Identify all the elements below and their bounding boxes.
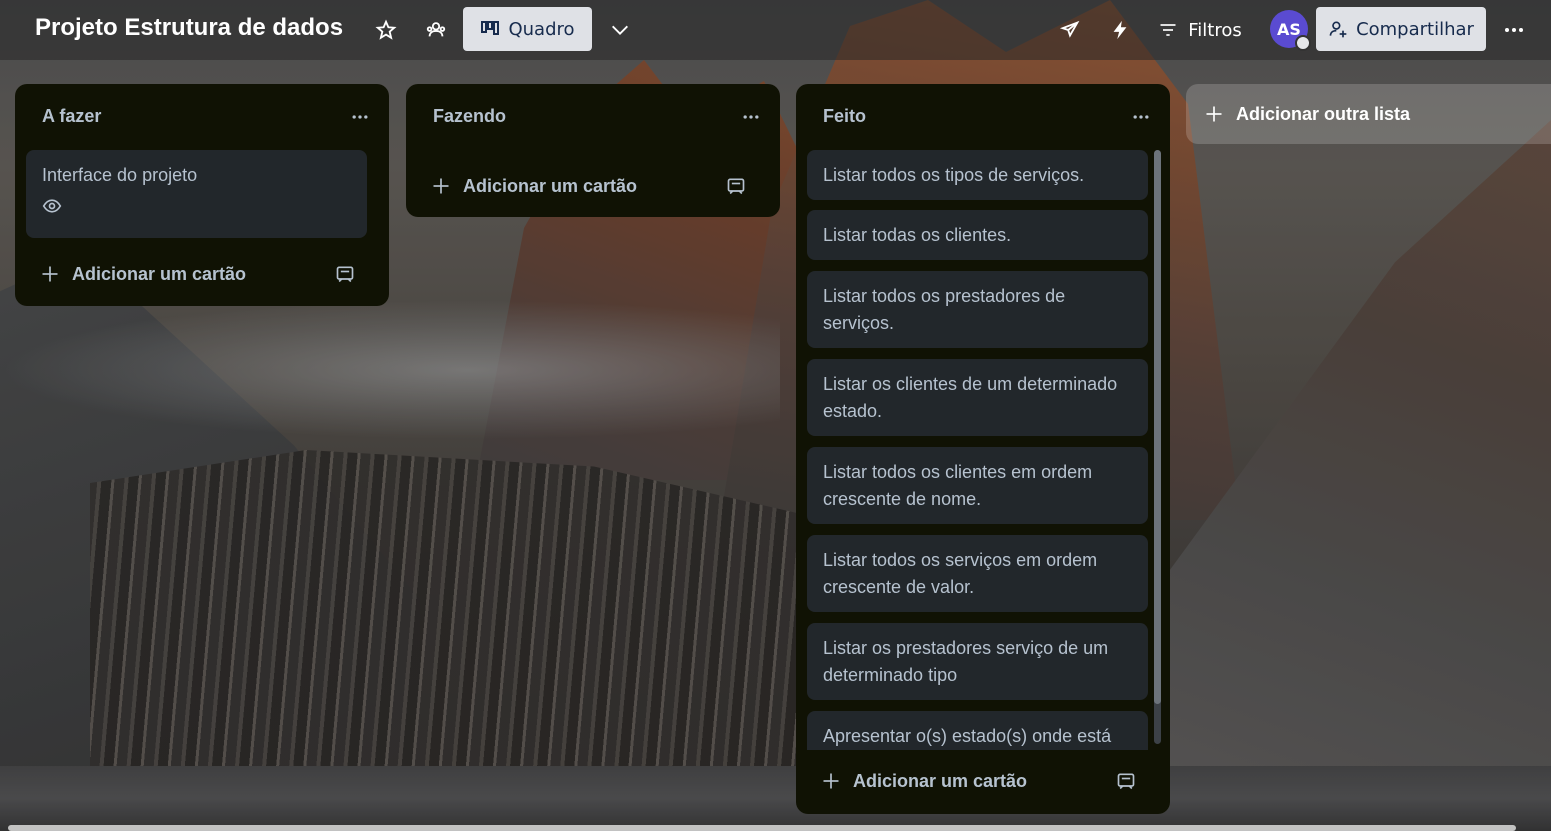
scrollbar-thumb[interactable]: [1154, 150, 1161, 704]
card-title: Apresentar o(s) estado(s) onde está: [823, 726, 1112, 746]
more-icon: [1505, 28, 1523, 32]
board-header: Projeto Estrutura de dados Quadro Filtro…: [0, 0, 1551, 60]
add-card-button[interactable]: Adicionar um cartão: [26, 252, 367, 296]
card[interactable]: Listar todas os clientes.: [807, 210, 1148, 260]
filter-icon: [1160, 24, 1176, 36]
card-title: Listar todos os clientes em ordem cresce…: [823, 462, 1093, 509]
people-icon: [426, 22, 446, 37]
star-icon: [375, 19, 397, 40]
list-header[interactable]: Feito: [796, 84, 1170, 148]
add-card-label: Adicionar um cartão: [463, 175, 638, 196]
star-button[interactable]: [370, 8, 402, 52]
list-header[interactable]: Fazendo: [406, 84, 780, 148]
card-title: Listar todos os tipos de serviços.: [823, 165, 1085, 185]
card[interactable]: Apresentar o(s) estado(s) onde está: [807, 711, 1148, 750]
list-menu-button[interactable]: [345, 102, 375, 132]
board-view-icon: [481, 21, 500, 35]
card-template-icon: [336, 266, 354, 283]
add-card-button[interactable]: Adicionar um cartão: [417, 164, 758, 208]
more-icon: [1133, 115, 1149, 119]
list-menu-button[interactable]: [1126, 102, 1156, 132]
card-template-icon: [727, 178, 745, 195]
card[interactable]: Listar todos os tipos de serviços.: [807, 150, 1148, 200]
plus-icon: [433, 178, 449, 194]
board-horizontal-scrollbar[interactable]: [8, 825, 1516, 831]
chevron-down-icon: [612, 25, 628, 35]
board-title[interactable]: Projeto Estrutura de dados: [35, 14, 343, 42]
card-title: Listar todos os prestadores de serviços.: [823, 286, 1066, 333]
automation-button[interactable]: [1104, 8, 1136, 52]
add-list-label: Adicionar outra lista: [1236, 103, 1411, 124]
card-template-icon: [1117, 773, 1135, 790]
plus-icon: [1206, 106, 1222, 122]
card[interactable]: Listar os prestadores serviço de um dete…: [807, 623, 1148, 700]
card[interactable]: Listar todos os prestadores de serviços.: [807, 271, 1148, 348]
filters-button[interactable]: Filtros: [1150, 8, 1250, 52]
more-icon: [743, 115, 759, 119]
add-list-button[interactable]: Adicionar outra lista: [1186, 84, 1551, 144]
card-title: Interface do projeto: [42, 165, 198, 185]
card-template-button[interactable]: [1116, 771, 1136, 796]
share-button[interactable]: Compartilhar: [1316, 7, 1486, 51]
share-label: Compartilhar: [1356, 18, 1474, 40]
add-card-label: Adicionar um cartão: [72, 263, 247, 284]
list-menu-button[interactable]: [736, 102, 766, 132]
power-ups-button[interactable]: [1054, 8, 1086, 52]
list-title[interactable]: Fazendo: [433, 106, 506, 127]
visibility-button[interactable]: [420, 8, 452, 52]
list-fazendo: Fazendo Adicionar um cartão: [406, 84, 780, 217]
plus-icon: [823, 773, 839, 789]
add-card-label: Adicionar um cartão: [853, 770, 1028, 791]
view-switcher-button[interactable]: [604, 8, 636, 52]
card-list[interactable]: Listar todos os tipos de serviços. Lista…: [796, 148, 1170, 750]
card-template-button[interactable]: [335, 264, 355, 289]
card-title: Listar todas os clientes.: [823, 225, 1012, 245]
card-title: Listar os clientes de um determinado est…: [823, 374, 1118, 421]
card[interactable]: Listar todos os serviços em ordem cresce…: [807, 535, 1148, 612]
share-icon: [1329, 21, 1347, 38]
watching-badge: [42, 195, 351, 222]
list-a-fazer: A fazer Interface do projeto Adicionar u…: [15, 84, 389, 306]
card-title: Listar os prestadores serviço de um dete…: [823, 638, 1109, 685]
card[interactable]: Listar todos os clientes em ordem cresce…: [807, 447, 1148, 524]
eye-icon: [42, 199, 62, 213]
board-view-label: Quadro: [508, 18, 575, 40]
list-header[interactable]: A fazer: [15, 84, 389, 148]
list-scrollbar[interactable]: [1154, 150, 1161, 744]
rocket-icon: [1059, 20, 1080, 38]
board-view-button[interactable]: Quadro: [463, 7, 592, 51]
board-menu-button[interactable]: [1496, 8, 1532, 52]
filters-label: Filtros: [1188, 19, 1242, 41]
card-template-button[interactable]: [726, 176, 746, 201]
list-title[interactable]: Feito: [823, 106, 866, 127]
list-feito: Feito Listar todos os tipos de serviços.…: [796, 84, 1170, 814]
list-title[interactable]: A fazer: [42, 106, 101, 127]
card-title: Listar todos os serviços em ordem cresce…: [823, 550, 1098, 597]
plus-icon: [42, 266, 58, 282]
more-icon: [352, 115, 368, 119]
add-card-button[interactable]: Adicionar um cartão: [807, 759, 1148, 803]
avatar[interactable]: AS: [1270, 10, 1311, 51]
card[interactable]: Interface do projeto: [26, 150, 367, 238]
card[interactable]: Listar os clientes de um determinado est…: [807, 359, 1148, 436]
bolt-icon: [1113, 20, 1127, 40]
admin-badge: [1295, 35, 1311, 51]
